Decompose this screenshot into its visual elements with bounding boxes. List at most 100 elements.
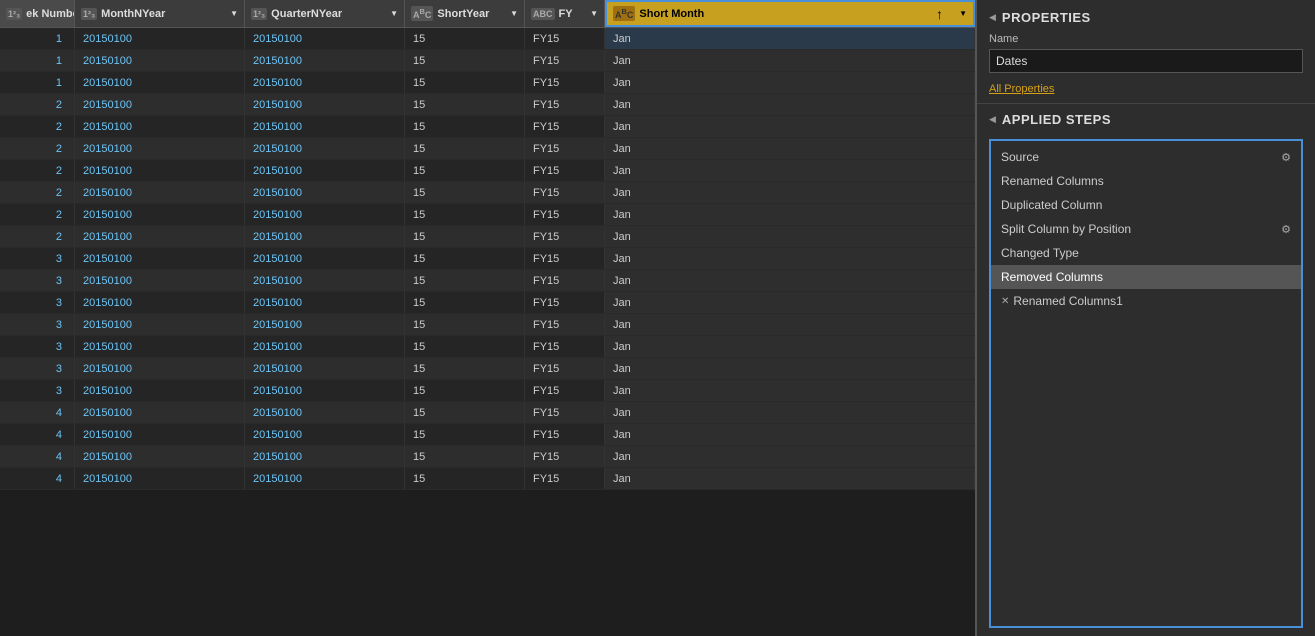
cell-shortyear: 15 bbox=[405, 424, 525, 445]
properties-collapse-icon[interactable]: ◀ bbox=[989, 12, 996, 23]
cell-quarternyear: 20150100 bbox=[245, 138, 405, 159]
cell-week-number: 2 bbox=[0, 204, 75, 225]
monthnyear-dropdown-arrow[interactable]: ▼ bbox=[230, 9, 238, 18]
cell-shortmonth: Jan bbox=[605, 116, 975, 137]
cell-fy: FY15 bbox=[525, 446, 605, 467]
quarternyear-dropdown-arrow[interactable]: ▼ bbox=[390, 9, 398, 18]
cell-week-number: 2 bbox=[0, 116, 75, 137]
properties-title: PROPERTIES bbox=[1002, 10, 1091, 25]
step-item-renamed-columns1[interactable]: ✕ Renamed Columns1 bbox=[991, 289, 1301, 313]
cell-quarternyear: 20150100 bbox=[245, 204, 405, 225]
cell-quarternyear: 20150100 bbox=[245, 248, 405, 269]
step-item-duplicated-column[interactable]: Duplicated Column bbox=[991, 193, 1301, 217]
shortyear-dropdown-arrow[interactable]: ▼ bbox=[510, 9, 518, 18]
cell-shortyear: 15 bbox=[405, 380, 525, 401]
step-item-renamed-columns[interactable]: Renamed Columns bbox=[991, 169, 1301, 193]
step-gear-icon[interactable]: ⚙ bbox=[1281, 151, 1291, 164]
col-header-shortyear[interactable]: ABC ShortYear ▼ bbox=[405, 0, 525, 27]
cell-shortyear: 15 bbox=[405, 292, 525, 313]
cell-fy: FY15 bbox=[525, 336, 605, 357]
shortmonth-dropdown-arrow[interactable]: ▼ bbox=[959, 9, 967, 18]
col-header-fy-label: FY bbox=[559, 8, 573, 20]
cell-fy: FY15 bbox=[525, 226, 605, 247]
cell-fy: FY15 bbox=[525, 72, 605, 93]
col-header-monthnyear[interactable]: 1²₃ MonthNYear ▼ bbox=[75, 0, 245, 27]
week-number-type-icon: 1²₃ bbox=[6, 8, 22, 20]
step-label-source: Source bbox=[1001, 150, 1281, 164]
cell-quarternyear: 20150100 bbox=[245, 270, 405, 291]
table-row: 4 20150100 20150100 15 FY15 Jan bbox=[0, 446, 975, 468]
col-header-week-number[interactable]: 1²₃ ek Number ▼ bbox=[0, 0, 75, 27]
cell-shortmonth: Jan bbox=[605, 336, 975, 357]
cell-week-number: 4 bbox=[0, 468, 75, 489]
table-row: 2 20150100 20150100 15 FY15 Jan bbox=[0, 204, 975, 226]
name-input[interactable] bbox=[989, 49, 1303, 73]
cell-fy: FY15 bbox=[525, 182, 605, 203]
name-label: Name bbox=[989, 33, 1303, 45]
cell-quarternyear: 20150100 bbox=[245, 402, 405, 423]
cell-monthnyear: 20150100 bbox=[75, 28, 245, 49]
applied-steps-header: ◀ APPLIED STEPS bbox=[989, 112, 1303, 131]
step-item-removed-columns[interactable]: Removed Columns bbox=[991, 265, 1301, 289]
col-header-quarternyear[interactable]: 1²₃ QuarterNYear ▼ bbox=[245, 0, 405, 27]
cell-shortmonth: Jan bbox=[605, 204, 975, 225]
cell-week-number: 1 bbox=[0, 72, 75, 93]
cell-shortmonth: Jan bbox=[605, 182, 975, 203]
cell-monthnyear: 20150100 bbox=[75, 116, 245, 137]
cell-monthnyear: 20150100 bbox=[75, 182, 245, 203]
applied-steps-collapse-icon[interactable]: ◀ bbox=[989, 114, 996, 125]
cursor-indicator: ↑ bbox=[936, 6, 943, 22]
cell-week-number: 4 bbox=[0, 446, 75, 467]
cell-shortyear: 15 bbox=[405, 336, 525, 357]
cell-week-number: 2 bbox=[0, 94, 75, 115]
cell-week-number: 3 bbox=[0, 314, 75, 335]
cell-week-number: 3 bbox=[0, 270, 75, 291]
table-area: 1²₃ ek Number ▼ 1²₃ MonthNYear ▼ 1²₃ Qua… bbox=[0, 0, 975, 636]
cell-shortmonth: Jan bbox=[605, 446, 975, 467]
cell-fy: FY15 bbox=[525, 270, 605, 291]
cell-quarternyear: 20150100 bbox=[245, 292, 405, 313]
cell-shortyear: 15 bbox=[405, 138, 525, 159]
cell-quarternyear: 20150100 bbox=[245, 94, 405, 115]
table-row: 2 20150100 20150100 15 FY15 Jan bbox=[0, 160, 975, 182]
cell-shortyear: 15 bbox=[405, 358, 525, 379]
cell-quarternyear: 20150100 bbox=[245, 468, 405, 489]
col-header-fy[interactable]: ABC FY ▼ bbox=[525, 0, 605, 27]
step-label-renamed-columns: Renamed Columns bbox=[1001, 174, 1291, 188]
table-row: 3 20150100 20150100 15 FY15 Jan bbox=[0, 380, 975, 402]
cell-monthnyear: 20150100 bbox=[75, 248, 245, 269]
col-header-shortmonth[interactable]: ABC Short Month ▼ ↑ bbox=[605, 0, 975, 27]
step-item-source[interactable]: Source ⚙ bbox=[991, 145, 1301, 169]
cell-fy: FY15 bbox=[525, 204, 605, 225]
cell-fy: FY15 bbox=[525, 28, 605, 49]
cell-fy: FY15 bbox=[525, 402, 605, 423]
table-row: 4 20150100 20150100 15 FY15 Jan bbox=[0, 424, 975, 446]
table-row: 3 20150100 20150100 15 FY15 Jan bbox=[0, 248, 975, 270]
step-item-changed-type[interactable]: Changed Type bbox=[991, 241, 1301, 265]
cell-monthnyear: 20150100 bbox=[75, 358, 245, 379]
cell-shortyear: 15 bbox=[405, 94, 525, 115]
step-gear-icon[interactable]: ⚙ bbox=[1281, 223, 1291, 236]
cell-quarternyear: 20150100 bbox=[245, 336, 405, 357]
cell-shortmonth: Jan bbox=[605, 314, 975, 335]
cell-quarternyear: 20150100 bbox=[245, 50, 405, 71]
cell-shortmonth: Jan bbox=[605, 248, 975, 269]
cell-week-number: 3 bbox=[0, 292, 75, 313]
cell-fy: FY15 bbox=[525, 314, 605, 335]
cell-fy: FY15 bbox=[525, 138, 605, 159]
fy-dropdown-arrow[interactable]: ▼ bbox=[590, 9, 598, 18]
cell-shortmonth: Jan bbox=[605, 402, 975, 423]
cell-shortyear: 15 bbox=[405, 446, 525, 467]
cell-week-number: 2 bbox=[0, 160, 75, 181]
cell-week-number: 3 bbox=[0, 380, 75, 401]
step-label-changed-type: Changed Type bbox=[1001, 246, 1291, 260]
cell-monthnyear: 20150100 bbox=[75, 270, 245, 291]
step-item-split-column-by-position[interactable]: Split Column by Position ⚙ bbox=[991, 217, 1301, 241]
cell-shortyear: 15 bbox=[405, 248, 525, 269]
cell-week-number: 3 bbox=[0, 358, 75, 379]
step-x-icon[interactable]: ✕ bbox=[1001, 296, 1009, 307]
cell-fy: FY15 bbox=[525, 116, 605, 137]
step-label-removed-columns: Removed Columns bbox=[1001, 270, 1291, 284]
all-properties-link[interactable]: All Properties bbox=[989, 83, 1054, 95]
cell-shortmonth: Jan bbox=[605, 72, 975, 93]
